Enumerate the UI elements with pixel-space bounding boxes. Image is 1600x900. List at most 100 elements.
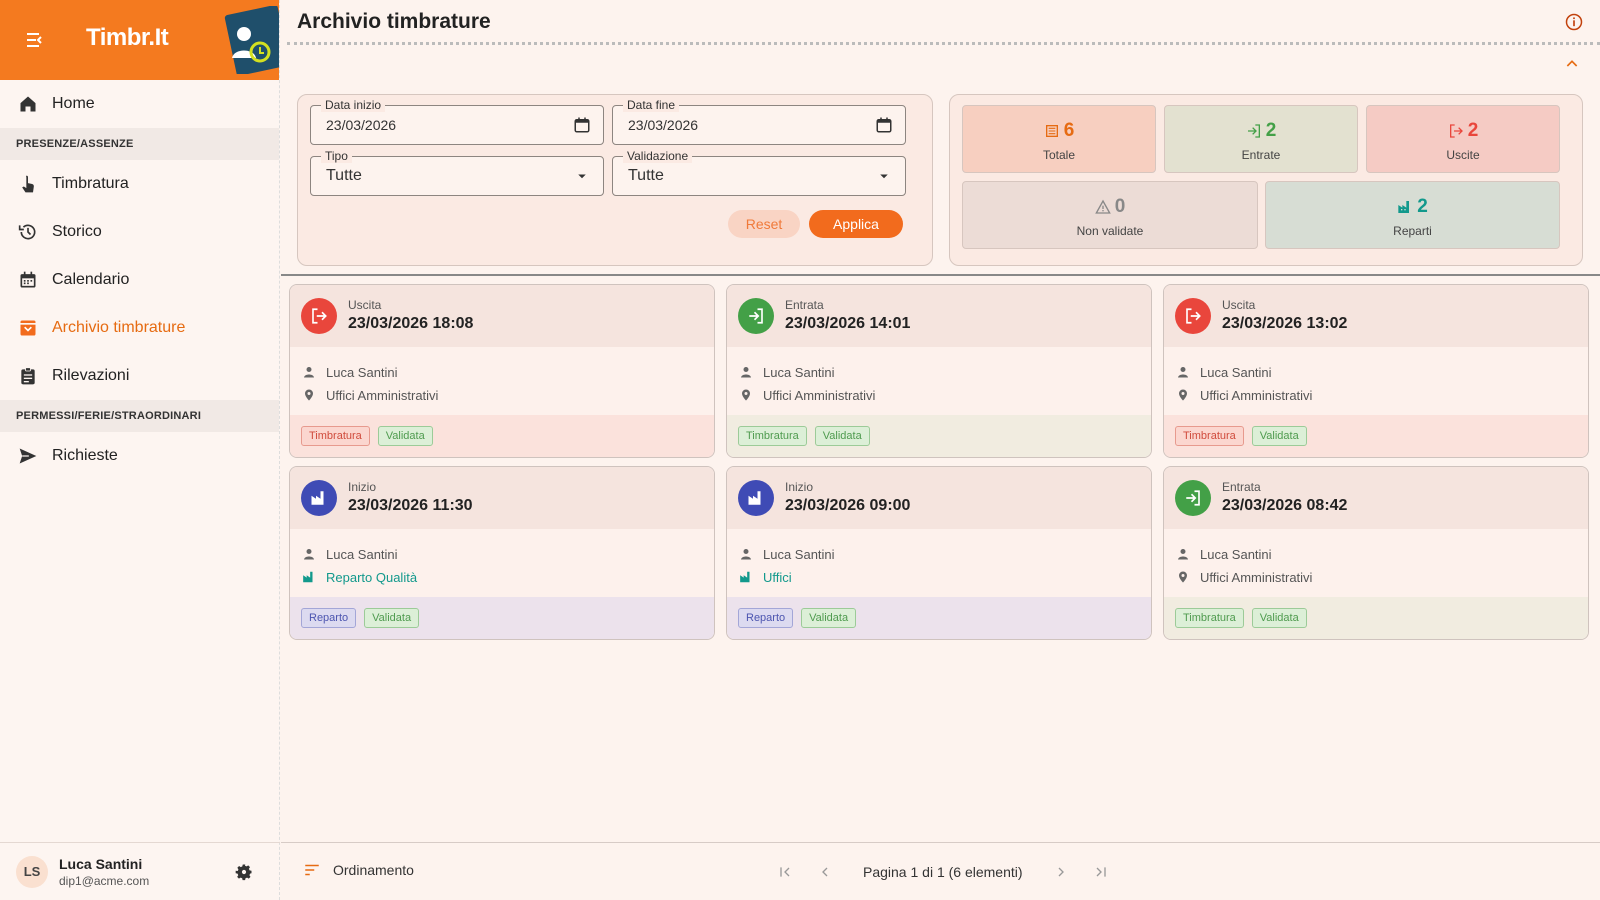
logout-icon (1175, 298, 1211, 334)
factory-icon (739, 570, 753, 584)
sidebar-item-label: Storico (52, 223, 102, 240)
stat-exits[interactable]: 2 Uscite (1366, 105, 1560, 173)
person-icon (1176, 365, 1190, 379)
person-icon (302, 547, 316, 561)
punch-card[interactable]: Inizio 23/03/2026 09:00 Luca Santini Uff… (726, 466, 1152, 640)
sidebar-item-label: Richieste (52, 447, 118, 464)
login-icon (1247, 124, 1260, 138)
stat-total-value: 6 (1063, 120, 1075, 141)
department-name: Uffici (763, 569, 792, 585)
punch-datetime: 23/03/2026 11:30 (348, 497, 473, 514)
stat-entries-label: Entrate (1241, 148, 1281, 162)
end-date-label: Data fine (623, 98, 680, 112)
sidebar-item-storico[interactable]: Storico (0, 208, 279, 256)
person-name: Luca Santini (763, 546, 835, 562)
location-name: Uffici Amministrativi (326, 387, 439, 403)
user-profile: LS Luca Santini dip1@acme.com (0, 842, 280, 900)
punch-type: Uscita (348, 298, 382, 312)
person-icon (1176, 547, 1190, 561)
sidebar-item-label: Calendario (52, 271, 130, 288)
sidebar-item-label: Archivio timbrature (52, 319, 186, 336)
sidebar-item-archivio-timbrature[interactable]: Archivio timbrature (0, 304, 279, 352)
user-email: dip1@acme.com (59, 873, 150, 888)
location-name: Uffici Amministrativi (763, 387, 876, 403)
logo-illustration-icon (224, 6, 279, 74)
menu-collapse-icon[interactable] (24, 28, 48, 52)
stat-departments-label: Reparti (1393, 224, 1432, 238)
avatar[interactable]: LS (16, 855, 48, 888)
sidebar: Timbr.It Home PRESENZE/ASSENZE Timbratur… (0, 0, 280, 900)
sidebar-item-timbratura[interactable]: Timbratura (0, 160, 279, 208)
sort-button[interactable]: Ordinamento (303, 861, 414, 879)
validation-value: Tutte (628, 167, 664, 184)
app-header: Timbr.It (0, 0, 279, 80)
main-content: Archivio timbrature Data inizio 23/03/20… (281, 0, 1600, 900)
person-name: Luca Santini (326, 364, 398, 380)
stat-total[interactable]: 6 Totale (962, 105, 1156, 173)
punch-card[interactable]: Entrata 23/03/2026 08:42 Luca Santini Uf… (1163, 466, 1589, 640)
location-pin-icon (1176, 570, 1190, 584)
tag-validata: Validata (1251, 426, 1307, 446)
location-pin-icon (739, 388, 753, 402)
punch-type: Inizio (348, 480, 377, 494)
user-info: Luca Santini dip1@acme.com (59, 856, 149, 888)
punch-type: Uscita (1222, 298, 1256, 312)
sidebar-item-rilevazioni[interactable]: Rilevazioni (0, 352, 279, 400)
logout-icon (301, 298, 337, 334)
filter-panel: Data inizio 23/03/2026 Data fine 23/03/2… (297, 94, 933, 266)
sidebar-item-home[interactable]: Home (0, 80, 279, 128)
logout-icon (1449, 124, 1463, 138)
chevron-left-icon (822, 867, 828, 877)
stat-not-validated-value: 0 (1114, 196, 1126, 217)
dropdown-arrow-icon (880, 174, 888, 179)
punch-department: Uffici (739, 568, 792, 586)
sidebar-item-label: Home (52, 95, 95, 112)
archive-icon (18, 318, 38, 338)
punch-datetime: 23/03/2026 18:08 (348, 315, 474, 332)
punch-card[interactable]: Uscita 23/03/2026 13:02 Luca Santini Uff… (1163, 284, 1589, 458)
last-page-icon (1096, 867, 1106, 877)
stat-departments[interactable]: 2 Reparti (1265, 181, 1560, 249)
punch-card[interactable]: Inizio 23/03/2026 11:30 Luca Santini Rep… (289, 466, 715, 640)
next-page-button[interactable] (1041, 859, 1081, 885)
sidebar-item-label: Timbratura (52, 175, 129, 192)
punch-datetime: 23/03/2026 13:02 (1222, 315, 1348, 332)
apply-button[interactable]: Applica (809, 210, 903, 238)
end-date-field[interactable]: Data fine 23/03/2026 (612, 98, 906, 145)
type-select[interactable]: Tipo Tutte (310, 149, 604, 196)
punch-card[interactable]: Uscita 23/03/2026 18:08 Luca Santini Uff… (289, 284, 715, 458)
login-icon (738, 298, 774, 334)
chevron-up-icon[interactable] (1564, 56, 1580, 72)
stat-not-validated[interactable]: 0 Non validate (962, 181, 1258, 249)
calendar-icon[interactable] (875, 116, 893, 134)
sidebar-item-calendario[interactable]: Calendario (0, 256, 279, 304)
login-icon (1175, 480, 1211, 516)
punch-person: Luca Santini (302, 545, 398, 563)
factory-icon (738, 480, 774, 516)
stats-panel: 6 Totale 2 Entrate 2 Uscite 0 Non valida… (949, 94, 1583, 266)
sidebar-section-permessi: PERMESSI/FERIE/STRAORDINARI (0, 400, 279, 432)
info-icon[interactable] (1564, 12, 1584, 32)
tag-reparto: Reparto (301, 608, 357, 628)
sidebar-item-richieste[interactable]: Richieste (0, 432, 279, 480)
punch-person: Luca Santini (1176, 363, 1272, 381)
punch-person: Luca Santini (302, 363, 398, 381)
punch-location: Uffici Amministrativi (1176, 386, 1312, 404)
calendar-icon[interactable] (573, 116, 591, 134)
person-name: Luca Santini (763, 364, 835, 380)
stat-entries[interactable]: 2 Entrate (1164, 105, 1358, 173)
stat-total-label: Totale (1042, 148, 1076, 162)
touch-icon (18, 174, 38, 194)
punch-type: Inizio (785, 480, 814, 494)
reset-button[interactable]: Reset (728, 210, 800, 238)
person-name: Luca Santini (1200, 364, 1272, 380)
first-page-button[interactable] (765, 859, 805, 885)
prev-page-button[interactable] (805, 859, 845, 885)
end-date-value: 23/03/2026 (628, 117, 699, 133)
factory-icon (301, 480, 337, 516)
punch-card[interactable]: Entrata 23/03/2026 14:01 Luca Santini Uf… (726, 284, 1152, 458)
validation-select[interactable]: Validazione Tutte (612, 149, 906, 196)
last-page-button[interactable] (1081, 859, 1121, 885)
gear-icon[interactable] (234, 862, 254, 882)
start-date-field[interactable]: Data inizio 23/03/2026 (310, 98, 604, 145)
